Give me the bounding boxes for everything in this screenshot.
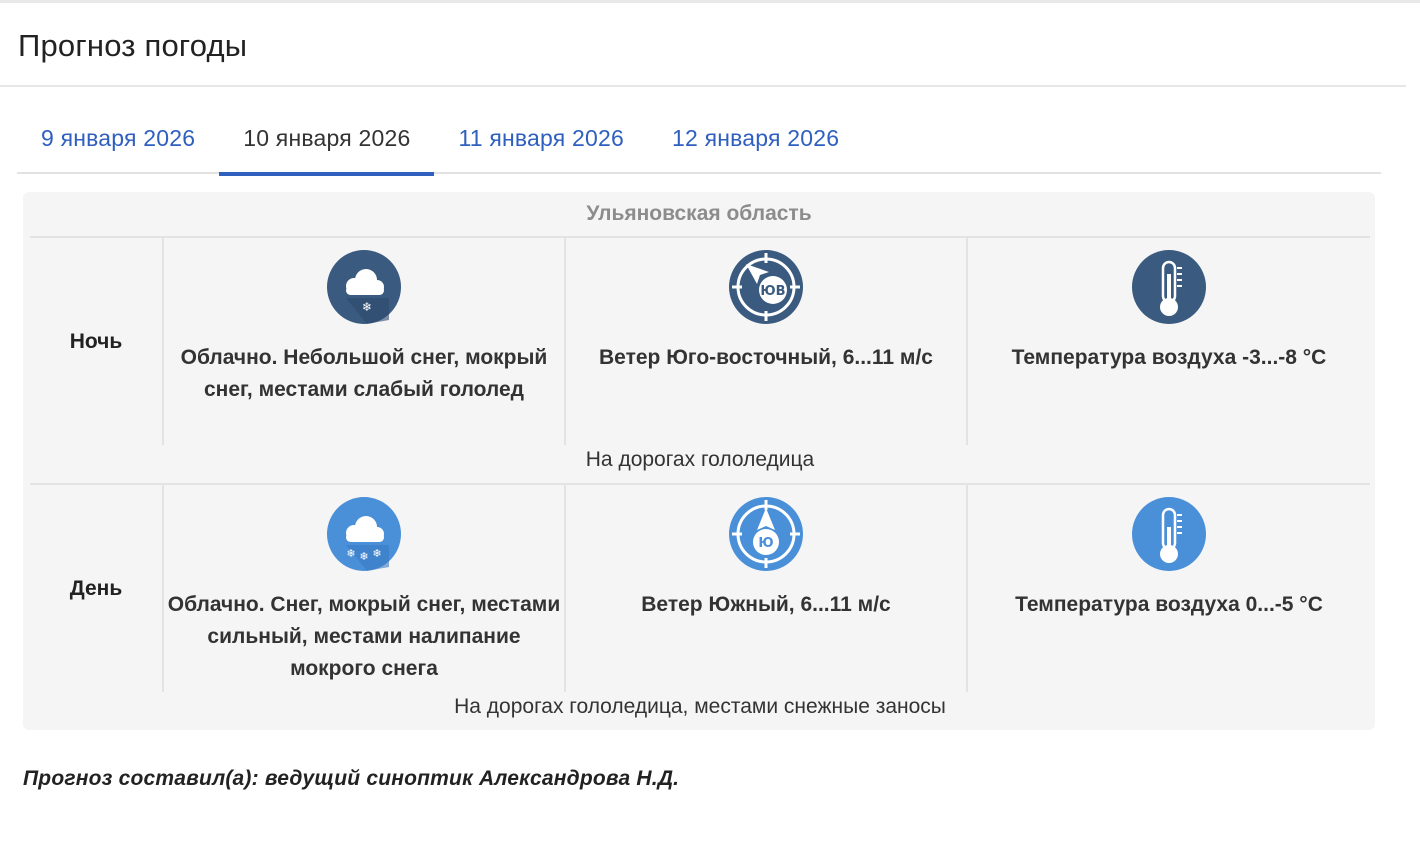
wind-description-night: Ветер Юго-восточный, 6...11 м/с [599, 346, 933, 369]
temperature-cell-night: Температура воздуха -3...-8 °C [968, 250, 1370, 374]
svg-text:❄: ❄ [346, 547, 355, 560]
svg-text:❄: ❄ [362, 300, 372, 314]
region-name: Ульяновская область [586, 202, 812, 225]
period-label-night: Ночь [69, 330, 123, 353]
weather-description-night: Облачно. Небольшой снег, мокрый снег, ме… [180, 346, 548, 401]
period-day: День ❄ ❄ ❄ Облачно. Снег, мокрый снег, м… [30, 485, 1370, 730]
cloud-snow-icon: ❄ ❄ ❄ [327, 497, 401, 571]
weather-cell-night: ❄ Облачно. Небольшой снег, мокрый снег, … [164, 250, 564, 406]
title-divider [0, 85, 1406, 87]
thermometer-icon [1132, 497, 1206, 571]
tab-date-4[interactable]: 12 января 2026 [648, 104, 863, 174]
tab-label: 12 января 2026 [672, 124, 840, 151]
road-conditions-night: На дорогах гололедица [585, 448, 815, 471]
wind-cell-day: Ю Ветер Южный, 6...11 м/с [566, 497, 966, 621]
wind-description-day: Ветер Южный, 6...11 м/с [641, 593, 891, 616]
forecast-table: Ульяновская область Ночь ❄ Облачно. Небо… [23, 192, 1375, 730]
page-title: Прогноз погоды [18, 28, 248, 63]
tab-date-3[interactable]: 11 января 2026 [434, 104, 648, 174]
road-conditions-day: На дорогах гололедица, местами снежные з… [454, 695, 946, 718]
thermometer-icon [1132, 250, 1206, 324]
weather-cell-day: ❄ ❄ ❄ Облачно. Снег, мокрый снег, местам… [164, 497, 564, 685]
tab-date-1[interactable]: 9 января 2026 [17, 104, 219, 174]
period-label-day: День [69, 577, 123, 600]
tab-label: 11 января 2026 [458, 124, 624, 151]
wind-cell-night: ЮВ Ветер Юго-восточный, 6...11 м/с [566, 250, 966, 374]
wind-southeast-icon: ЮВ [729, 250, 803, 324]
wind-direction-label: ЮВ [760, 284, 785, 299]
weather-description-day: Облачно. Снег, мокрый снег, местами силь… [167, 593, 561, 680]
temperature-description-night: Температура воздуха -3...-8 °C [1011, 346, 1327, 369]
wind-direction-label: Ю [758, 536, 773, 551]
date-tabs: 9 января 2026 10 января 2026 11 января 2… [17, 104, 1381, 176]
top-rule [0, 0, 1420, 3]
period-night: Ночь ❄ Облачно. Небольшой снег, мокрый с… [30, 238, 1370, 483]
tab-label: 9 января 2026 [41, 124, 196, 151]
svg-text:❄: ❄ [372, 547, 381, 560]
tab-date-2[interactable]: 10 января 2026 [219, 104, 435, 176]
wind-south-icon: Ю [729, 497, 803, 571]
temperature-cell-day: Температура воздуха 0...-5 °C [968, 497, 1370, 621]
tab-label: 10 января 2026 [243, 124, 411, 151]
svg-text:❄: ❄ [359, 550, 368, 563]
cloud-light-snow-icon: ❄ [327, 250, 401, 324]
temperature-description-day: Температура воздуха 0...-5 °C [1015, 593, 1323, 616]
forecast-author: Прогноз составил(а): ведущий синоптик Ал… [23, 767, 680, 790]
